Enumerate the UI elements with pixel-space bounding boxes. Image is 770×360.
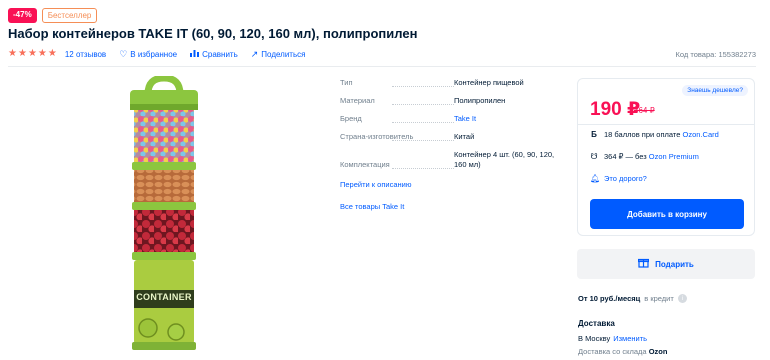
delivery-city-row: В Москву Изменить xyxy=(578,334,647,343)
share-link[interactable]: ↗ Поделиться xyxy=(250,48,306,59)
reviews-link[interactable]: 12 отзывов xyxy=(65,50,106,59)
reviews-label: 12 отзывов xyxy=(64,49,107,59)
header-divider xyxy=(8,66,756,67)
delivery-title: Доставка xyxy=(578,319,615,328)
credit-amount: От 10 руб./месяц xyxy=(578,294,641,303)
compare-chart-icon xyxy=(190,49,200,59)
char-row-material: Материал Полипропилен xyxy=(340,96,566,114)
go-to-description-link[interactable]: Перейти к описанию xyxy=(340,180,411,189)
credit-text: в кредит xyxy=(644,294,674,303)
price-alert[interactable]: 🔔︎ Это дорого? xyxy=(590,174,647,183)
compare-link[interactable]: Сравнить xyxy=(190,49,238,59)
gift-button[interactable]: Подарить xyxy=(577,249,755,279)
heart-icon: ♡ xyxy=(119,48,128,59)
product-sku: Код товара: 155382273 xyxy=(675,49,756,59)
gift-icon xyxy=(638,257,650,271)
bestseller-badge: Бестселлер xyxy=(41,8,98,23)
favorite-label: В избранное xyxy=(130,49,178,59)
info-icon[interactable]: i xyxy=(677,294,687,303)
ozon-card-link[interactable]: Ozon.Card xyxy=(683,130,719,139)
ozon-premium-link[interactable]: Ozon Premium xyxy=(649,152,699,161)
delivery-from-text: Доставка со склада xyxy=(578,347,647,356)
favorite-link[interactable]: ♡ В избранное xyxy=(119,48,178,59)
share-label: Поделиться xyxy=(261,49,306,59)
char-value: Контейнер пищевой xyxy=(454,78,524,87)
char-row-type: Тип Контейнер пищевой xyxy=(340,78,566,96)
delivery-from-brand: Ozon xyxy=(648,347,668,356)
char-value: Полипропилен xyxy=(454,96,506,105)
know-cheaper-button[interactable]: Знаешь дешевле? xyxy=(682,85,748,96)
star-icon: ★ xyxy=(8,48,17,59)
add-to-cart-button[interactable]: Добавить в корзину xyxy=(590,199,744,229)
star-icon: ★ xyxy=(17,48,27,59)
ozon-card-icon: Б xyxy=(591,130,597,139)
discount-badge: -47% xyxy=(8,8,37,23)
star-icon: ★ xyxy=(47,48,57,59)
current-price: 190 ₽ xyxy=(590,99,641,120)
delivery-city: В Москву xyxy=(578,334,611,343)
brand-link[interactable]: Take It xyxy=(454,114,566,124)
premium-text: 364 ₽ — без xyxy=(604,152,647,161)
char-dots xyxy=(392,140,454,141)
char-row-kit: Комплектация Контейнер 4 шт. (60, 90, 12… xyxy=(340,150,566,184)
char-label: Бренд xyxy=(340,114,362,123)
compare-label: Сравнить xyxy=(202,49,238,59)
product-image-label: CONTAINER xyxy=(136,292,192,302)
share-arrow-icon: ↗ xyxy=(250,48,259,59)
char-row-country: Страна-изготовитель Китай xyxy=(340,132,566,150)
char-dots xyxy=(392,104,454,105)
product-image[interactable]: CONTAINER xyxy=(118,74,210,352)
product-title: Набор контейнеров TAKE IT (60, 90, 120, … xyxy=(8,26,418,41)
ozon-card-bonus: Б 18 баллов при оплате Ozon.Card xyxy=(590,130,719,139)
char-label: Комплектация xyxy=(340,160,390,169)
old-price: 364 ₽ xyxy=(634,106,655,115)
char-dots xyxy=(392,122,454,123)
price-card-divider xyxy=(578,124,754,125)
all-brand-products-link[interactable]: Все товары Take It xyxy=(340,202,404,211)
premium-icon: ☋ xyxy=(590,152,598,161)
bonus-text: 18 баллов при оплате xyxy=(604,130,681,139)
char-value: Контейнер 4 шт. (60, 90, 120, 160 мл) xyxy=(454,150,555,169)
char-value: Китай xyxy=(454,132,475,141)
premium-price: ☋ 364 ₽ — без Ozon Premium xyxy=(590,152,699,161)
star-icon: ★ xyxy=(37,48,47,59)
too-expensive-link[interactable]: Это дорого? xyxy=(604,174,647,183)
change-city-link[interactable]: Изменить xyxy=(613,334,647,343)
char-row-brand: Бренд Take It xyxy=(340,114,566,132)
char-dots xyxy=(392,168,454,169)
product-meta-row: ★ ★ ★ ★ ★ 12 отзывов ♡ В избранное Сравни… xyxy=(8,48,756,60)
star-icon: ★ xyxy=(27,48,37,59)
char-label: Материал xyxy=(340,96,375,105)
char-dots xyxy=(392,86,454,87)
price-card: Знаешь дешевле? 190 ₽ 364 ₽ Б 18 баллов … xyxy=(577,78,755,236)
char-label: Тип xyxy=(340,78,353,87)
credit-offer[interactable]: От 10 руб./месяц в кредит i xyxy=(578,294,687,303)
rating-stars[interactable]: ★ ★ ★ ★ ★ xyxy=(8,49,57,59)
gift-label: Подарить xyxy=(655,259,694,269)
delivery-from-row: Доставка со склада Ozon xyxy=(578,347,667,356)
badges: -47% Бестселлер xyxy=(8,8,98,23)
bell-icon: 🔔︎ xyxy=(590,174,601,183)
characteristics-list: Тип Контейнер пищевой Материал Полипропи… xyxy=(340,78,566,184)
